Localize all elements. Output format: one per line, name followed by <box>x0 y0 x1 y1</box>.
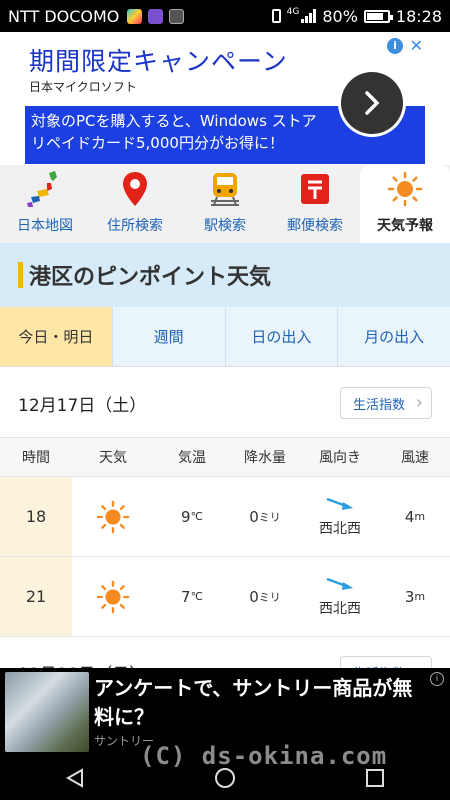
photo-notification-icon <box>148 8 164 24</box>
temp-unit: ℃ <box>190 590 203 603</box>
ad-sponsor: サントリー <box>94 734 155 748</box>
wind-speed-unit: m <box>414 590 426 603</box>
date-label: 12月17日（土） <box>18 395 147 416</box>
ad-info-icon[interactable]: i <box>387 38 403 54</box>
postal-icon <box>295 169 335 209</box>
row-time: 18 <box>0 477 72 556</box>
row-wind-speed: 3m <box>380 557 450 636</box>
row-wind-speed: 4m <box>380 477 450 556</box>
col-wind-speed: 風速 <box>401 450 429 466</box>
location-pin-icon <box>115 169 155 209</box>
date-header: 12月17日（土） 生活指数 <box>0 375 450 431</box>
nav-label: 駅検索 <box>204 218 246 234</box>
nav-postal-search[interactable]: 郵便検索 <box>270 165 360 243</box>
row-wind-direction: 西北西 <box>300 557 380 636</box>
life-index-button[interactable]: 生活指数 <box>339 387 432 419</box>
battery-icon <box>363 9 393 23</box>
app-content: 期間限定キャンペーン 日本マイクロソフト i ✕ 対象のPCを購入すると、Win… <box>0 32 450 668</box>
wind-speed-unit: m <box>414 510 426 523</box>
nav-label: 天気予報 <box>377 218 433 234</box>
status-bar: NTT DOCOMO 4G 80% 18:28 <box>0 0 450 32</box>
ad-next-button[interactable] <box>341 72 403 134</box>
japan-map-icon <box>25 169 65 209</box>
tab-weekly[interactable]: 週間 <box>111 307 225 366</box>
sun-icon <box>72 477 154 556</box>
col-wind-direction: 風向き <box>319 450 361 466</box>
table-row: 21 7 ℃ 0 ミリ 西北西 3m <box>0 557 450 637</box>
train-icon <box>205 169 245 209</box>
page-title-band: 港区のピンポイント天気 <box>0 243 450 307</box>
ad-headline[interactable]: アンケートで、サントリー商品が無料に？ <box>94 674 424 732</box>
nav-label: 住所検索 <box>107 218 163 234</box>
clock: 18:28 <box>395 6 442 26</box>
tab-moonrise-moonset[interactable]: 月の出入 <box>337 307 450 366</box>
home-icon <box>215 768 235 788</box>
col-time: 時間 <box>22 450 50 466</box>
nav-japan-map[interactable]: 日本地図 <box>0 165 90 243</box>
table-row: 18 9 ℃ 0 ミリ 西北西 4m <box>0 477 450 557</box>
row-temperature: 9 ℃ <box>154 477 230 556</box>
carrier-label: NTT DOCOMO <box>8 6 120 26</box>
recents-icon <box>366 769 384 787</box>
title-accent-bar <box>18 262 23 288</box>
network-type-label: 4G <box>286 6 300 17</box>
col-weather: 天気 <box>99 450 127 466</box>
row-temperature: 7 ℃ <box>154 557 230 636</box>
wind-direction-label: 西北西 <box>319 600 361 617</box>
system-nav-bar <box>0 756 450 800</box>
top-ad-banner[interactable]: 期間限定キャンペーン 日本マイクロソフト i ✕ 対象のPCを購入すると、Win… <box>25 36 425 164</box>
page-title: 港区のピンポイント天気 <box>29 265 272 290</box>
ad-thumbnail-image[interactable] <box>5 672 89 752</box>
ad-title[interactable]: 期間限定キャンペーン <box>29 42 288 78</box>
ad-info-icon[interactable]: i <box>430 672 444 686</box>
back-icon <box>65 768 83 788</box>
row-precipitation: 0 ミリ <box>230 477 300 556</box>
nav-label: 日本地図 <box>17 218 73 234</box>
wind-speed-value: 3 <box>404 587 415 606</box>
nav-weather-forecast[interactable]: 天気予報 <box>360 165 450 243</box>
forecast-table-header: 時間 天気 気温 降水量 風向き 風速 <box>0 437 450 477</box>
date-header: 12月18日（日） 生活指数 <box>0 644 450 668</box>
rain-unit: ミリ <box>258 590 281 604</box>
row-precipitation: 0 ミリ <box>230 557 300 636</box>
nav-label: 郵便検索 <box>287 218 343 234</box>
back-button[interactable] <box>45 756 105 800</box>
wind-arrow-icon <box>326 577 353 590</box>
vibrate-icon <box>271 9 281 23</box>
category-nav: 日本地図 住所検索 駅検索 郵便検索 天気予報 <box>0 165 450 243</box>
forecast-tabs: 今日・明日 週間 日の出入 月の出入 <box>0 307 450 367</box>
ad-brand: 日本マイクロソフト <box>29 80 137 94</box>
tab-today-tomorrow[interactable]: 今日・明日 <box>0 307 112 366</box>
signal-strength-icon <box>301 9 317 23</box>
nav-address-search[interactable]: 住所検索 <box>90 165 180 243</box>
rain-value: 0 <box>249 507 259 526</box>
ad-close-icon[interactable]: ✕ <box>410 36 423 55</box>
home-button[interactable] <box>195 756 255 800</box>
wind-direction-label: 西北西 <box>319 520 361 537</box>
rain-unit: ミリ <box>258 510 281 524</box>
wind-speed-value: 4 <box>404 507 415 526</box>
screenshot-notification-icon <box>169 8 185 24</box>
row-wind-direction: 西北西 <box>300 477 380 556</box>
temp-unit: ℃ <box>190 510 203 523</box>
date-label: 12月18日（日） <box>18 660 146 669</box>
row-time: 21 <box>0 557 72 636</box>
app-notification-icon <box>127 8 143 24</box>
sun-icon <box>72 557 154 636</box>
chevron-right-icon <box>365 91 380 115</box>
wind-arrow-icon <box>326 497 353 510</box>
col-temperature: 気温 <box>178 450 206 466</box>
life-index-button[interactable]: 生活指数 <box>339 656 432 668</box>
rain-value: 0 <box>249 587 259 606</box>
tab-sunrise-sunset[interactable]: 日の出入 <box>224 307 338 366</box>
recents-button[interactable] <box>345 756 405 800</box>
sun-icon <box>385 169 425 209</box>
ad-banner-line2: リペイドカード5,000円分がお得に！ <box>31 134 284 152</box>
battery-percent: 80% <box>322 6 358 26</box>
col-precipitation: 降水量 <box>244 450 286 466</box>
bottom-ad-banner[interactable]: アンケートで、サントリー商品が無料に？ サントリー i <box>0 668 450 756</box>
temp-value: 9 <box>181 507 191 526</box>
temp-value: 7 <box>181 587 191 606</box>
nav-station-search[interactable]: 駅検索 <box>180 165 270 243</box>
